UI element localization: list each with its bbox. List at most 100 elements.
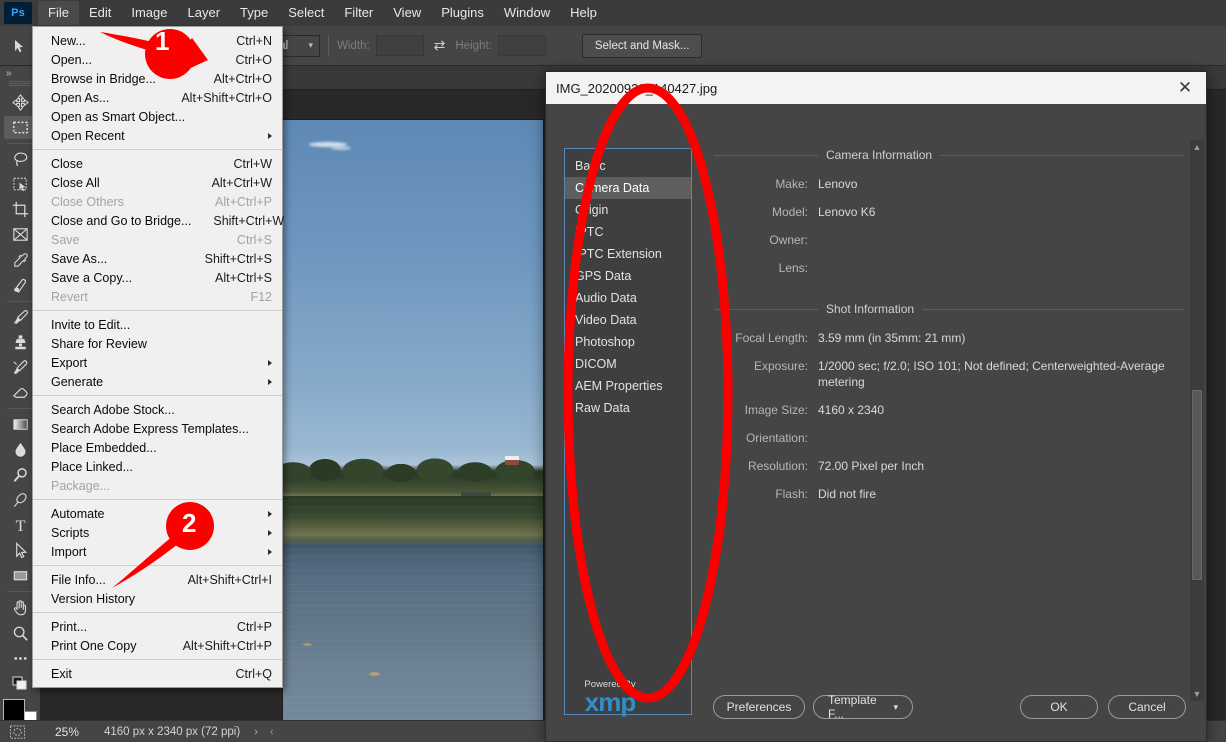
file-menu-dropdown[interactable]: New... Ctrl+N Open... Ctrl+O Browse in Bridg… — [32, 26, 284, 688]
file-menu-item[interactable]: Generate — [33, 372, 282, 391]
category-item[interactable]: IPTC Extension — [565, 243, 691, 265]
close-icon[interactable]: ✕ — [1170, 78, 1200, 98]
menu-item-shortcut: F12 — [250, 289, 272, 304]
file-menu-item[interactable]: Version History — [33, 589, 282, 608]
category-item[interactable]: DICOM — [565, 353, 691, 375]
category-item[interactable]: Basic — [565, 155, 691, 177]
status-prev-arrow[interactable]: ‹ — [270, 726, 274, 738]
file-menu-item[interactable]: Print... Ctrl+P — [33, 617, 282, 636]
annotation-badge-2: 2 — [182, 508, 197, 538]
category-item[interactable]: Origin — [565, 199, 691, 221]
file-menu-item[interactable]: Search Adobe Express Templates... — [33, 419, 282, 438]
file-menu-item[interactable]: Print One Copy Alt+Shift+Ctrl+P — [33, 636, 282, 655]
file-menu-item[interactable]: Open Recent — [33, 126, 282, 145]
divider — [7, 408, 33, 410]
metadata-field-row: Focal Length: 3.59 mm (in 35mm: 21 mm) — [714, 330, 1184, 346]
scrollbar-thumb[interactable] — [1192, 390, 1202, 580]
xmp-wordmark: xmp — [584, 687, 636, 717]
preferences-button[interactable]: Preferences — [713, 695, 805, 719]
select-and-mask-button[interactable]: Select and Mask... — [581, 33, 703, 58]
screen-mode-icon[interactable] — [9, 674, 31, 694]
field-label: Image Size: — [744, 403, 808, 417]
menu-plugins[interactable]: Plugins — [431, 1, 494, 25]
category-item[interactable]: Raw Data — [565, 397, 691, 419]
file-menu-item: Revert F12 — [33, 287, 282, 306]
menu-item-label: New... — [51, 33, 86, 48]
menu-layer[interactable]: Layer — [178, 1, 231, 25]
category-item[interactable]: Camera Data — [565, 177, 691, 199]
file-menu-item[interactable]: Place Embedded... — [33, 438, 282, 457]
menu-item-label: Package... — [51, 478, 111, 493]
category-item[interactable]: GPS Data — [565, 265, 691, 287]
divider — [714, 154, 818, 156]
category-item[interactable]: AEM Properties — [565, 375, 691, 397]
swap-dimensions-icon[interactable]: ⇄ — [434, 37, 446, 54]
menu-edit[interactable]: Edit — [79, 1, 121, 25]
status-next-arrow[interactable]: › — [254, 726, 258, 738]
file-menu-item[interactable]: Place Linked... — [33, 457, 282, 476]
menu-image[interactable]: Image — [121, 1, 177, 25]
file-menu-item[interactable]: Save As... Shift+Ctrl+S — [33, 249, 282, 268]
file-menu-item[interactable]: Exit Ctrl+Q — [33, 664, 282, 683]
metadata-field-row: Exposure: 1/2000 sec; f/2.0; ISO 101; Not… — [714, 358, 1184, 390]
menu-item-label: Close and Go to Bridge... — [51, 213, 192, 228]
file-menu-item[interactable]: Search Adobe Stock... — [33, 400, 282, 419]
category-item[interactable]: Audio Data — [565, 287, 691, 309]
treeline-shape — [283, 458, 543, 496]
quick-mask-status-icon[interactable] — [0, 724, 34, 739]
cancel-button[interactable]: Cancel — [1108, 695, 1186, 719]
category-item[interactable]: Photoshop — [565, 331, 691, 353]
file-menu-item[interactable]: Import — [33, 542, 282, 561]
menu-window[interactable]: Window — [494, 1, 560, 25]
menu-separator — [33, 659, 282, 660]
file-menu-item[interactable]: Share for Review — [33, 334, 282, 353]
menu-item-shortcut: Ctrl+Q — [235, 666, 272, 681]
menu-item-shortcut: Ctrl+O — [235, 52, 272, 67]
template-dropdown-button[interactable]: Template F... ▾ — [813, 693, 913, 721]
house-shape — [505, 456, 519, 465]
menu-view[interactable]: View — [383, 1, 431, 25]
file-menu-item[interactable]: Open as Smart Object... — [33, 107, 282, 126]
field-value: 4160 x 2340 — [818, 403, 885, 417]
metadata-field-row: Resolution: 72.00 Pixel per Inch — [714, 458, 1184, 474]
menu-item-label: Print One Copy — [51, 638, 137, 653]
foreground-color-swatch[interactable] — [3, 698, 25, 721]
field-label: Resolution: — [747, 459, 808, 473]
category-item[interactable]: Video Data — [565, 309, 691, 331]
file-menu-item[interactable]: File Info... Alt+Shift+Ctrl+I — [33, 570, 282, 589]
file-menu-item[interactable]: Close All Alt+Ctrl+W — [33, 173, 282, 192]
menu-item-shortcut: Shift+Ctrl+S — [204, 251, 272, 266]
document-dimensions: 4160 px x 2340 px (72 ppi) — [104, 725, 241, 738]
file-menu-item[interactable]: Browse in Bridge... Alt+Ctrl+O — [33, 69, 282, 88]
file-menu-item[interactable]: Close and Go to Bridge... Shift+Ctrl+W — [33, 211, 284, 230]
file-menu-item[interactable]: Automate — [33, 504, 282, 523]
category-item[interactable]: IPTC — [565, 221, 691, 243]
template-label: Template F... — [828, 693, 877, 721]
height-input[interactable] — [497, 35, 546, 56]
water-ripples — [283, 500, 543, 720]
width-input[interactable] — [375, 35, 424, 56]
menu-separator — [33, 310, 282, 311]
menu-item-label: Place Linked... — [51, 459, 133, 474]
file-menu-item[interactable]: Save a Copy... Alt+Ctrl+S — [33, 268, 282, 287]
file-menu-item[interactable]: Export — [33, 353, 282, 372]
dialog-scrollbar[interactable]: ▲ ▼ — [1190, 140, 1204, 701]
menu-item-label: Version History — [51, 591, 136, 606]
menu-file[interactable]: File — [38, 1, 79, 25]
menu-filter[interactable]: Filter — [334, 1, 383, 25]
menu-select[interactable]: Select — [278, 1, 334, 25]
menu-type[interactable]: Type — [230, 1, 278, 25]
menu-item-shortcut: Alt+Shift+Ctrl+P — [182, 638, 272, 653]
file-menu-item[interactable]: Close Ctrl+W — [33, 154, 282, 173]
ok-button[interactable]: OK — [1020, 695, 1098, 719]
scroll-up-icon[interactable]: ▲ — [1190, 140, 1204, 154]
metadata-category-list[interactable]: Basic Camera Data Origin IPTC IPTC Extension… — [564, 148, 692, 715]
file-menu-item[interactable]: Invite to Edit... — [33, 315, 282, 334]
zoom-level[interactable]: 25% — [34, 725, 100, 739]
file-menu-item[interactable]: Scripts — [33, 523, 282, 542]
file-menu-item[interactable]: Open As... Alt+Shift+Ctrl+O — [33, 88, 282, 107]
menu-item-shortcut: Alt+Ctrl+O — [213, 71, 272, 86]
svg-text:T: T — [15, 518, 25, 535]
toolbar-drag-handle[interactable] — [9, 80, 31, 87]
menu-help[interactable]: Help — [560, 1, 607, 25]
